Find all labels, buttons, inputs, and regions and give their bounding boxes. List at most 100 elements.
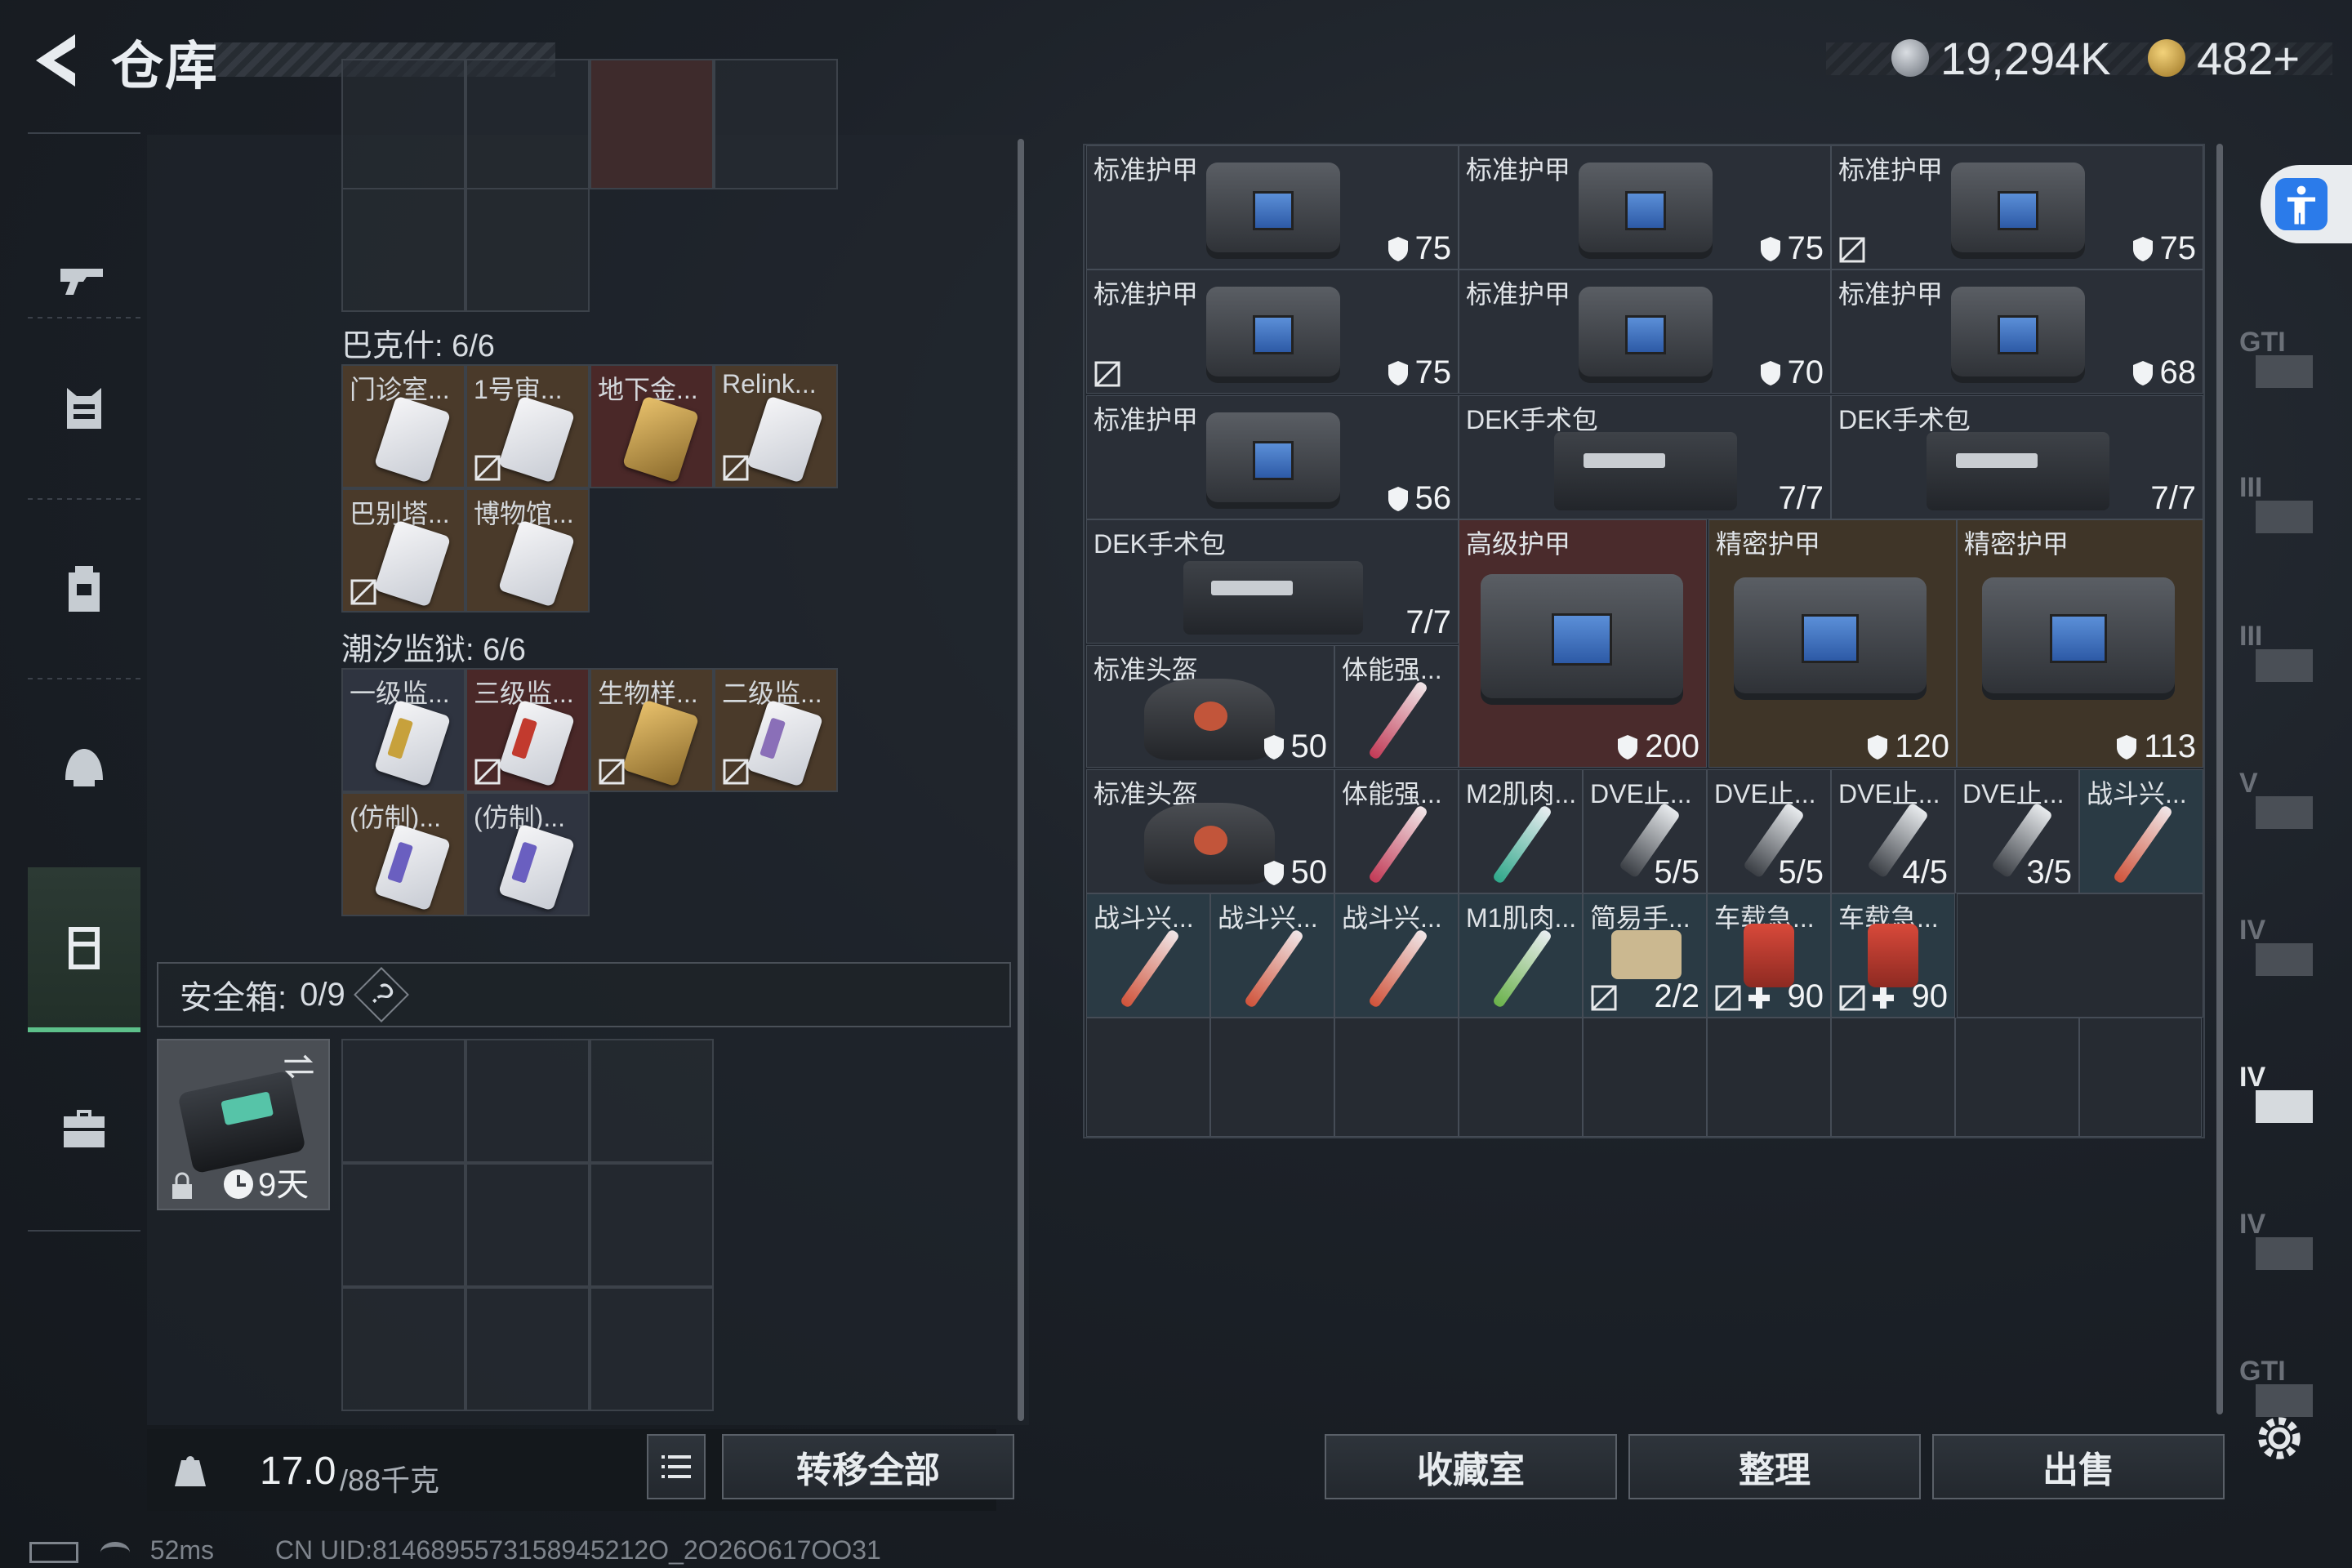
collection-button[interactable]: 收藏室 [1325,1434,1617,1499]
tab-iii-1[interactable]: III [2239,472,2337,546]
safe-slot[interactable] [466,1163,590,1287]
empty-slot[interactable] [1707,1018,1831,1137]
inventory-item[interactable]: DVE止... 5/5 [1583,769,1707,893]
currency-premium[interactable]: 482+ [2148,29,2300,87]
inventory-item[interactable]: 战斗兴... [1086,893,1210,1018]
inventory-item[interactable]: 标准护甲 56 [1086,395,1459,519]
tab-iii-2[interactable]: III [2239,621,2337,694]
inventory-item[interactable]: DVE止... 5/5 [1707,769,1831,893]
grid-slot[interactable] [341,59,466,189]
empty-slot[interactable] [1334,1018,1459,1137]
inventory-item[interactable]: 标准头盔 50 [1086,645,1334,768]
inventory-item[interactable]: 标准护甲 68 [1831,270,2203,394]
nav-helmet[interactable] [28,686,140,849]
safe-slot[interactable] [466,1039,590,1163]
nav-weapons[interactable] [28,229,140,327]
item-uses: 7/7 [1778,480,1824,516]
inventory-item[interactable]: 战斗兴... [1334,893,1459,1018]
tab-v[interactable]: V [2239,768,2337,841]
left-scrollbar[interactable] [1018,139,1024,1421]
keycard-slot[interactable]: (仿制)... [341,792,466,916]
inventory-item[interactable]: 标准护甲 70 [1459,270,1831,394]
gear-icon[interactable] [2251,1410,2308,1467]
syringe-image [1367,679,1429,761]
inventory-item[interactable]: 车载急... 90 [1707,893,1831,1018]
inventory-item[interactable]: 战斗兴... [1210,893,1334,1018]
inventory-item[interactable]: DEK手术包 7/7 [1459,395,1831,519]
empty-slot[interactable] [1955,1018,2079,1137]
safe-slot[interactable] [341,1287,466,1411]
inventory-item-rare[interactable]: 高级护甲 200 [1459,519,1707,768]
inventory-item[interactable]: M1肌肉... [1459,893,1583,1018]
keycard-slot[interactable]: 巴别塔... [341,488,466,612]
inventory-item-rare[interactable]: 精密护甲 113 [1957,519,2203,768]
empty-slot[interactable] [1583,1018,1707,1137]
keycard-slot[interactable]: (仿制)... [466,792,590,916]
empty-slot[interactable] [2079,1018,2202,1137]
inventory-item[interactable]: 标准护甲 75 [1086,145,1459,270]
nav-armor[interactable] [28,327,140,490]
safe-box-slot[interactable]: 9天 [157,1039,330,1210]
keycard-slot[interactable]: 博物馆... [466,488,590,612]
grid-slot[interactable] [590,59,714,189]
nav-backpack[interactable] [28,506,140,670]
inventory-item[interactable]: 车载急... 90 [1831,893,1955,1018]
item-durability: 75 [1386,230,1451,267]
help-icon[interactable]: ? [353,967,409,1022]
inventory-item[interactable]: DEK手术包 7/7 [1831,395,2203,519]
swap-icon[interactable] [281,1049,317,1085]
keycard-slot[interactable]: 二级监... [714,668,838,792]
tab-gti-1[interactable]: GTI [2239,327,2337,400]
inventory-item[interactable]: 标准头盔 50 [1086,769,1334,893]
sell-button[interactable]: 出售 [1932,1434,2225,1499]
safe-slot[interactable] [590,1287,714,1411]
inventory-item[interactable]: DVE止... 4/5 [1831,769,1955,893]
inventory-item[interactable]: M2肌肉... [1459,769,1583,893]
keycard-slot[interactable]: 1号审... [466,364,590,488]
safe-slot[interactable] [341,1039,466,1163]
transfer-all-button[interactable]: 转移全部 [722,1434,1014,1499]
safe-slot[interactable] [590,1163,714,1287]
keycard-slot[interactable]: 地下金... [590,364,714,488]
accessibility-button[interactable] [2261,165,2352,243]
tab-iv-2[interactable]: IV [2239,1062,2337,1135]
safe-slot[interactable] [341,1163,466,1287]
inventory-item[interactable]: 简易手... 2/2 [1583,893,1707,1018]
empty-slot[interactable] [1086,1018,1210,1137]
inventory-item-rare[interactable]: 精密护甲 120 [1708,519,1957,768]
tab-iv-1[interactable]: IV [2239,915,2337,988]
nav-container[interactable] [28,867,140,1032]
sort-button[interactable]: 整理 [1628,1434,1921,1499]
inventory-item[interactable]: 标准护甲 75 [1086,270,1459,394]
keycard-slot[interactable]: 生物样... [590,668,714,792]
safe-slot[interactable] [466,1287,590,1411]
grid-slot[interactable] [466,188,590,312]
empty-slot[interactable] [1831,1018,1955,1137]
keycard-slot[interactable]: 门诊室... [341,364,466,488]
keycard-slot[interactable]: Relink... [714,364,838,488]
keycard-image [373,823,452,911]
back-arrow-icon[interactable] [28,29,85,91]
item-uses: 7/7 [2150,480,2196,516]
item-label: DVE止... [1838,779,1940,808]
inventory-item[interactable]: 标准护甲 75 [1459,145,1831,270]
empty-slot[interactable] [1459,1018,1583,1137]
grid-slot[interactable] [466,59,590,189]
item-label: 标准护甲 [1094,405,1199,434]
list-view-button[interactable] [647,1434,706,1499]
inventory-item[interactable]: 战斗兴... [2079,769,2203,893]
keycard-slot[interactable]: 一级监... [341,668,466,792]
empty-slot[interactable] [1957,893,2203,1018]
grid-slot[interactable] [341,188,466,312]
safe-slot[interactable] [590,1039,714,1163]
tab-iv-3[interactable]: IV [2239,1209,2337,1282]
nav-briefcase[interactable] [28,1045,140,1209]
inventory-item[interactable]: 体能强... [1334,645,1459,768]
inventory-item[interactable]: 标准护甲 75 [1831,145,2203,270]
grid-slot[interactable] [714,59,838,189]
empty-slot[interactable] [1210,1018,1334,1137]
inventory-item[interactable]: DVE止... 3/5 [1955,769,2079,893]
keycard-slot[interactable]: 三级监... [466,668,590,792]
inventory-item[interactable]: 体能强... [1334,769,1459,893]
inventory-item[interactable]: DEK手术包 7/7 [1086,519,1459,644]
